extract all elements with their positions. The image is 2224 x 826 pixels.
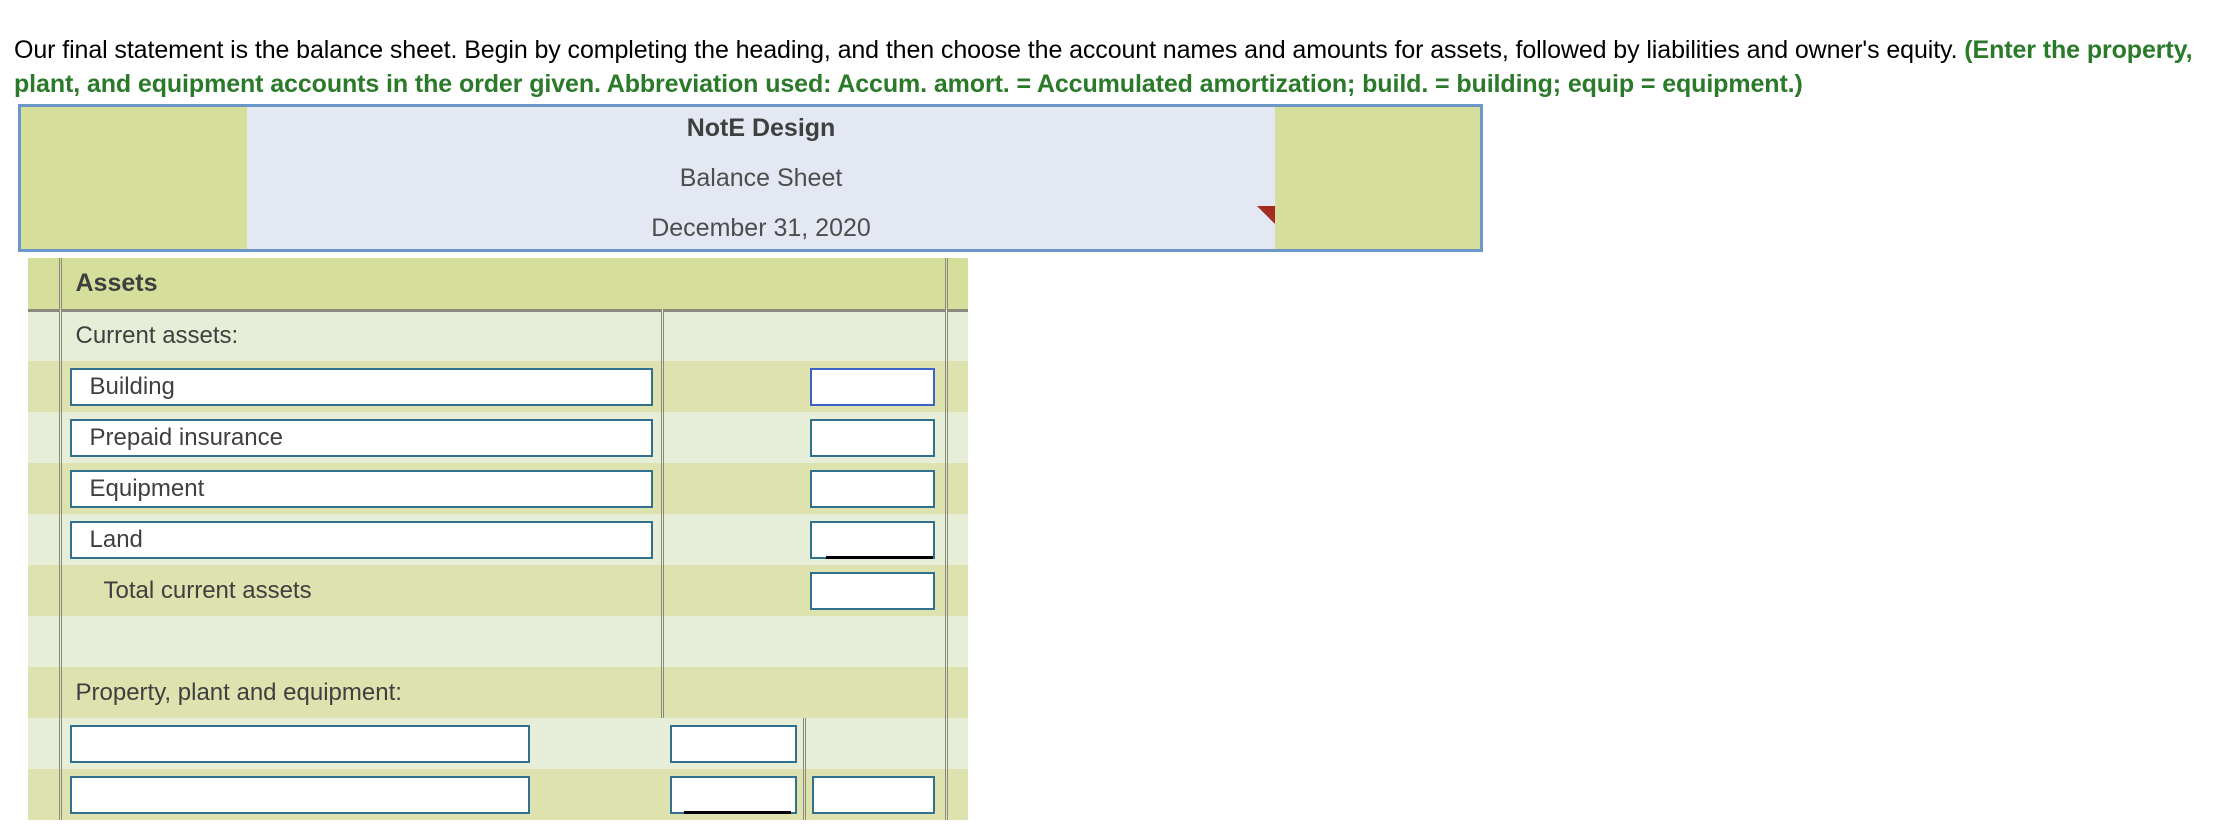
row-gutter-left <box>28 463 62 514</box>
instructions-paragraph: Our final statement is the balance sheet… <box>14 33 2214 101</box>
row-gutter-left <box>28 565 62 616</box>
row-gutter-left <box>28 412 62 463</box>
cell-mid <box>660 514 804 565</box>
cell-mid <box>660 463 804 514</box>
row-gutter-left <box>28 667 62 718</box>
comment-flag-icon[interactable] <box>1257 206 1275 224</box>
account-name-input-equipment[interactable]: Equipment <box>69 469 653 508</box>
row-gutter-right <box>944 258 968 312</box>
heading-statement-name[interactable]: Balance Sheet <box>680 153 843 203</box>
heading-left-filler <box>21 107 247 249</box>
row-gutter-left <box>28 258 62 312</box>
amount-input-ppe-2-net[interactable] <box>811 775 935 814</box>
cell-mid <box>662 769 804 820</box>
cell-account-name <box>60 769 662 820</box>
cell-mid <box>660 310 804 361</box>
amount-input-building[interactable] <box>810 367 935 406</box>
row-gutter-right <box>944 616 968 667</box>
row-gutter-left <box>28 616 62 667</box>
row-gutter-left <box>28 718 62 769</box>
amount-input-land[interactable] <box>810 520 935 559</box>
account-name-input-building[interactable]: Building <box>69 367 653 406</box>
heading-company-name[interactable]: NotE Design <box>687 103 836 153</box>
cell-account-name: Prepaid insurance <box>60 412 662 463</box>
table-row: Prepaid insurance <box>28 412 968 463</box>
row-gutter-right <box>944 718 968 769</box>
cell-amount <box>804 310 946 361</box>
label-property-plant-equipment: Property, plant and equipment: <box>60 667 662 718</box>
row-gutter-right <box>944 667 968 718</box>
cell-account-name: Building <box>60 361 662 412</box>
row-gutter-right <box>944 310 968 361</box>
amount-input-prepaid-insurance[interactable] <box>810 418 935 457</box>
table-row-spacer <box>28 616 968 667</box>
heading-date[interactable]: December 31, 2020 <box>651 203 871 253</box>
cell-blank <box>60 616 662 667</box>
cell-amount <box>802 769 946 820</box>
balance-sheet-table: Assets Current assets: Building Prepaid … <box>28 258 968 820</box>
section-title-assets: Assets <box>60 258 946 312</box>
cell-account-name: Equipment <box>60 463 662 514</box>
balance-sheet-body: Assets Current assets: Building Prepaid … <box>28 258 968 820</box>
cell-amount <box>804 565 946 616</box>
row-gutter-left <box>28 310 62 361</box>
subtotal-rule <box>684 811 791 814</box>
cell-amount <box>804 463 946 514</box>
amount-input-total-current-assets[interactable] <box>810 571 935 610</box>
cell-mid <box>660 361 804 412</box>
heading-text-area[interactable]: NotE Design Balance Sheet December 31, 2… <box>247 107 1275 249</box>
table-row: Total current assets <box>28 565 968 616</box>
table-row <box>28 769 968 820</box>
row-gutter-left <box>28 514 62 565</box>
label-current-assets: Current assets: <box>60 310 662 361</box>
row-gutter-left <box>28 361 62 412</box>
cell-mid <box>660 565 804 616</box>
table-row <box>28 718 968 769</box>
statement-heading-block[interactable]: NotE Design Balance Sheet December 31, 2… <box>18 104 1483 252</box>
cell-amount <box>804 616 946 667</box>
table-row: Property, plant and equipment: <box>28 667 968 718</box>
cell-amount <box>804 514 946 565</box>
account-name-input-ppe-2[interactable] <box>69 775 530 814</box>
row-gutter-right <box>944 361 968 412</box>
table-row: Equipment <box>28 463 968 514</box>
balance-sheet-exercise-page: Our final statement is the balance sheet… <box>0 0 2224 826</box>
cell-mid <box>660 616 804 667</box>
cell-amount <box>804 667 946 718</box>
table-row: Current assets: <box>28 310 968 361</box>
amount-input-ppe-2-cost[interactable] <box>670 775 797 814</box>
cell-amount <box>804 361 946 412</box>
cell-mid <box>660 412 804 463</box>
table-row: Building <box>28 361 968 412</box>
cell-account-name <box>60 718 662 769</box>
amount-input-ppe-1-cost[interactable] <box>670 724 797 763</box>
row-gutter-right <box>944 514 968 565</box>
amount-input-equipment[interactable] <box>810 469 935 508</box>
instructions-plain-text: Our final statement is the balance sheet… <box>14 36 1965 64</box>
table-row-section-header: Assets <box>28 258 968 312</box>
cell-mid <box>662 718 804 769</box>
cell-mid <box>660 667 804 718</box>
heading-right-filler <box>1275 107 1480 249</box>
account-name-input-land[interactable]: Land <box>69 520 653 559</box>
row-gutter-right <box>944 463 968 514</box>
row-gutter-right <box>944 565 968 616</box>
cell-amount <box>804 412 946 463</box>
subtotal-rule <box>826 556 933 559</box>
account-name-input-ppe-1[interactable] <box>69 724 530 763</box>
row-gutter-left <box>28 769 62 820</box>
row-gutter-right <box>944 412 968 463</box>
cell-amount <box>802 718 946 769</box>
account-name-input-prepaid-insurance[interactable]: Prepaid insurance <box>69 418 653 457</box>
cell-account-name: Land <box>60 514 662 565</box>
table-row: Land <box>28 514 968 565</box>
label-total-current-assets: Total current assets <box>60 565 662 616</box>
row-gutter-right <box>944 769 968 820</box>
